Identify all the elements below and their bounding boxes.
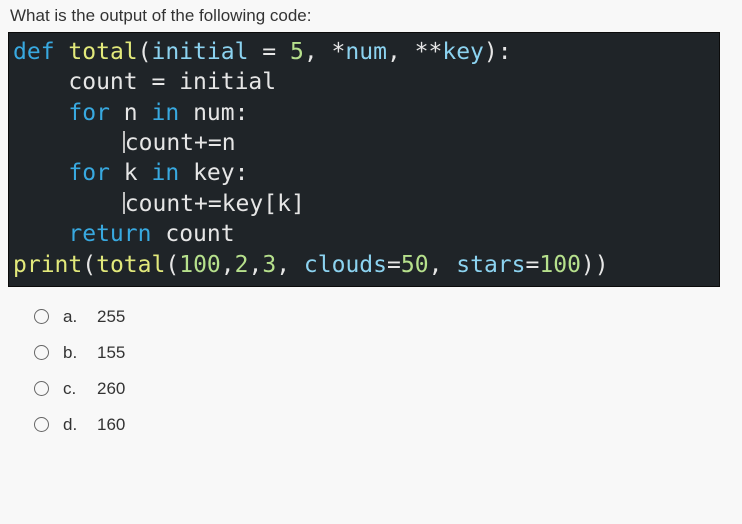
code-txt: , xyxy=(221,252,235,278)
option-b[interactable]: b. 155 xyxy=(34,343,734,363)
code-txt xyxy=(110,160,124,186)
code-txt: , xyxy=(248,252,262,278)
code-num: 5 xyxy=(290,39,304,65)
radio-icon[interactable] xyxy=(34,345,49,360)
code-txt: : xyxy=(235,100,249,126)
code-var: initial xyxy=(152,39,249,65)
radio-icon[interactable] xyxy=(34,309,49,324)
code-txt: ): xyxy=(484,39,512,65)
option-text: 155 xyxy=(97,343,125,363)
code-txt: , ** xyxy=(387,39,442,65)
code-fn: total xyxy=(96,252,165,278)
code-txt xyxy=(55,39,69,65)
code-txt: , xyxy=(276,252,304,278)
code-txt: count+=n xyxy=(125,130,236,156)
code-txt xyxy=(110,100,124,126)
option-a[interactable]: a. 255 xyxy=(34,307,734,327)
code-var: key xyxy=(442,39,484,65)
code-fn: print xyxy=(13,252,82,278)
radio-icon[interactable] xyxy=(34,381,49,396)
code-txt: , * xyxy=(304,39,346,65)
code-txt: = xyxy=(387,252,401,278)
code-pad xyxy=(13,130,124,156)
option-text: 260 xyxy=(97,379,125,399)
code-var: num xyxy=(193,100,235,126)
option-letter: a. xyxy=(63,307,83,327)
code-num: 100 xyxy=(179,252,221,278)
code-txt xyxy=(179,100,193,126)
code-txt: = xyxy=(138,69,180,95)
code-txt: = xyxy=(526,252,540,278)
option-letter: b. xyxy=(63,343,83,363)
code-num: 3 xyxy=(262,252,276,278)
option-letter: d. xyxy=(63,415,83,435)
code-txt: count+=key[k] xyxy=(125,191,305,217)
code-block: def total(initial = 5, *num, **key): cou… xyxy=(8,32,720,287)
code-txt: )) xyxy=(581,252,609,278)
question-text: What is the output of the following code… xyxy=(8,6,734,26)
code-pad xyxy=(13,160,68,186)
code-var: initial xyxy=(179,69,276,95)
code-txt: ( xyxy=(138,39,152,65)
code-num: 50 xyxy=(401,252,429,278)
code-kw: in xyxy=(152,100,180,126)
option-d[interactable]: d. 160 xyxy=(34,415,734,435)
code-var: clouds xyxy=(304,252,387,278)
options-list: a. 255 b. 155 c. 260 d. 160 xyxy=(8,287,734,435)
code-pad xyxy=(13,100,68,126)
code-kw: def xyxy=(13,39,55,65)
code-pad xyxy=(13,69,68,95)
code-var: n xyxy=(124,100,138,126)
code-pad xyxy=(13,191,124,217)
option-c[interactable]: c. 260 xyxy=(34,379,734,399)
code-var: k xyxy=(124,160,138,186)
radio-icon[interactable] xyxy=(34,417,49,432)
code-var: stars xyxy=(456,252,525,278)
code-fn: total xyxy=(68,39,137,65)
option-text: 255 xyxy=(97,307,125,327)
code-txt: ( xyxy=(165,252,179,278)
code-var: count xyxy=(68,69,137,95)
code-var: num xyxy=(345,39,387,65)
code-num: 2 xyxy=(235,252,249,278)
code-txt xyxy=(151,221,165,247)
code-kw: return xyxy=(68,221,151,247)
code-txt: ( xyxy=(82,252,96,278)
code-txt: , xyxy=(429,252,457,278)
code-pad xyxy=(13,221,68,247)
option-text: 160 xyxy=(97,415,125,435)
code-var: key xyxy=(193,160,235,186)
code-txt: = xyxy=(248,39,290,65)
code-txt xyxy=(138,100,152,126)
code-txt xyxy=(179,160,193,186)
code-txt xyxy=(138,160,152,186)
code-var: count xyxy=(165,221,234,247)
code-num: 100 xyxy=(539,252,581,278)
option-letter: c. xyxy=(63,379,83,399)
code-kw: for xyxy=(68,100,110,126)
code-txt: : xyxy=(235,160,249,186)
code-kw: for xyxy=(68,160,110,186)
code-kw: in xyxy=(152,160,180,186)
